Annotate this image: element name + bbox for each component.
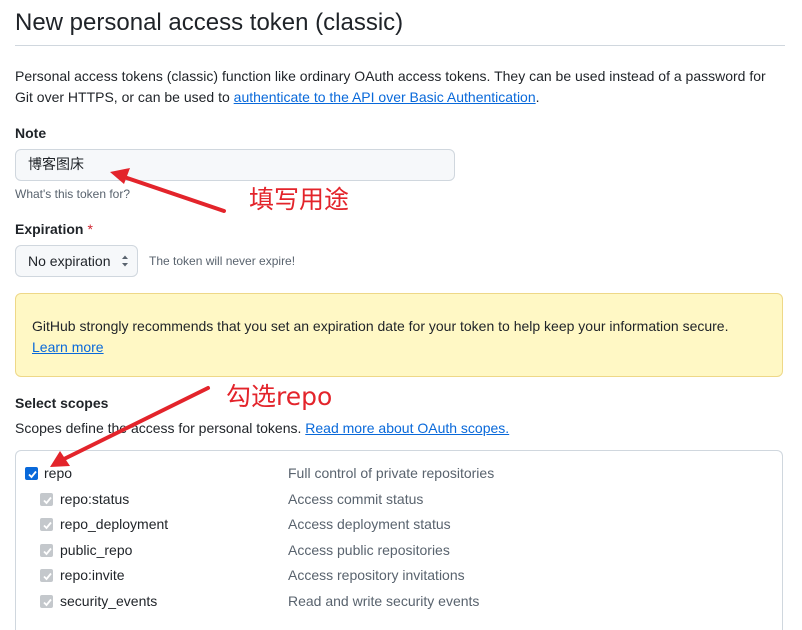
scope-name: public_repo — [60, 542, 133, 558]
page-title: New personal access token (classic) — [15, 9, 404, 36]
note-callout: 填写用途 — [249, 185, 350, 214]
scope-row-repo-invite[interactable]: repo:invite Access repository invitation… — [16, 563, 784, 587]
check-icon — [43, 598, 52, 607]
note-input[interactable]: 博客图床 — [15, 149, 455, 181]
scope-desc: Access public repositories — [288, 542, 450, 558]
scope-list: repo Full control of private repositorie… — [15, 450, 783, 630]
repo-status-checkbox[interactable] — [40, 493, 53, 506]
repo-invite-checkbox[interactable] — [40, 569, 53, 582]
expiration-label-text: Expiration — [15, 221, 84, 237]
security-events-checkbox[interactable] — [40, 595, 53, 608]
select-arrows-icon — [122, 255, 128, 267]
check-icon — [43, 521, 52, 530]
warning-text-block: GitHub strongly recommends that you set … — [32, 316, 728, 358]
scope-name: repo — [44, 465, 73, 481]
learn-more-link[interactable]: Learn more — [32, 339, 104, 355]
note-hint: What's this token for? — [15, 187, 131, 201]
expiration-warning-banner: GitHub strongly recommends that you set … — [15, 293, 783, 377]
check-icon — [43, 547, 52, 556]
scope-row-security-events[interactable]: security_events Read and write security … — [16, 589, 784, 613]
scope-name: security_events — [60, 593, 158, 609]
warning-text: GitHub strongly recommends that you set … — [32, 318, 729, 334]
scope-name: repo_deployment — [60, 516, 169, 532]
select-scopes-label: Select scopes — [15, 395, 109, 411]
repo-callout: 勾选repo — [226, 382, 333, 411]
scope-row-public-repo[interactable]: public_repo Access public repositories — [16, 538, 784, 562]
scope-row-repo-status[interactable]: repo:status Access commit status — [16, 487, 784, 511]
scope-desc: Full control of private repositories — [288, 465, 495, 481]
oauth-scopes-link[interactable]: Read more about OAuth scopes. — [305, 420, 509, 436]
public-repo-checkbox[interactable] — [40, 544, 53, 557]
basic-auth-link[interactable]: authenticate to the API over Basic Authe… — [234, 89, 536, 105]
scope-name: repo:invite — [60, 567, 125, 583]
expiration-selected: No expiration — [28, 253, 111, 269]
title-divider — [15, 45, 785, 46]
intro-paragraph: Personal access tokens (classic) functio… — [15, 66, 785, 108]
scopes-desc-text: Scopes define the access for personal to… — [15, 420, 306, 436]
scopes-description: Scopes define the access for personal to… — [15, 420, 509, 436]
scope-row-repo-deployment[interactable]: repo_deployment Access deployment status — [16, 512, 784, 536]
intro-end: . — [535, 89, 540, 105]
scope-desc: Access commit status — [288, 491, 424, 507]
required-mark: * — [87, 221, 93, 237]
scope-desc: Read and write security events — [288, 593, 480, 609]
check-icon — [43, 496, 52, 505]
check-icon — [43, 572, 52, 581]
repo-checkbox[interactable] — [25, 467, 38, 480]
check-icon — [28, 470, 37, 479]
expiration-label: Expiration * — [15, 221, 93, 237]
note-label: Note — [15, 125, 47, 141]
expiration-select[interactable]: No expiration — [15, 245, 138, 277]
expiration-hint: The token will never expire! — [149, 254, 296, 268]
scope-row-repo[interactable]: repo Full control of private repositorie… — [16, 461, 784, 485]
scope-desc: Access repository invitations — [288, 567, 465, 583]
repo-deployment-checkbox[interactable] — [40, 518, 53, 531]
scope-desc: Access deployment status — [288, 516, 451, 532]
scope-name: repo:status — [60, 491, 130, 507]
